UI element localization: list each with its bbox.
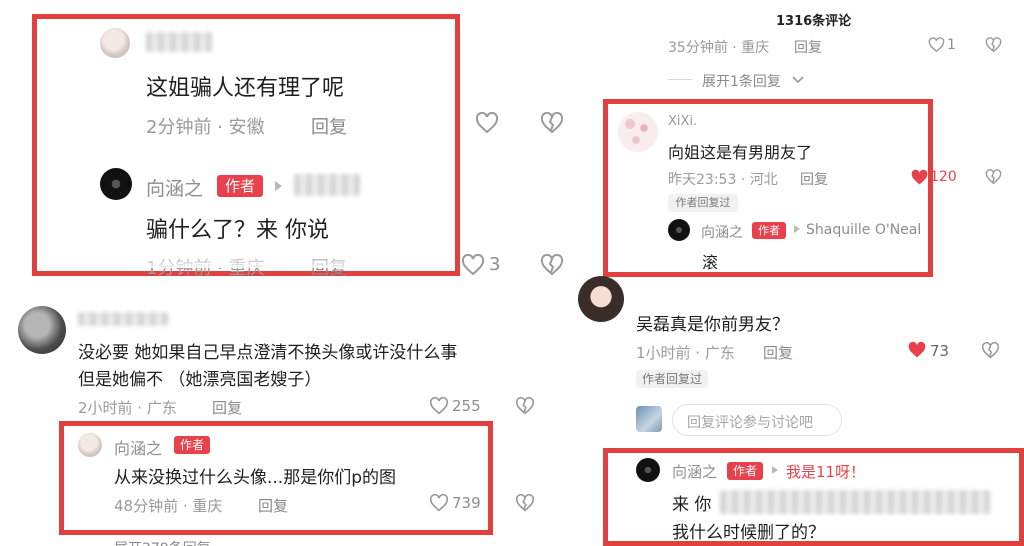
reply-arrow-icon: [275, 181, 282, 191]
divider: [668, 79, 692, 80]
author-replied-tag: 作者回复过: [668, 194, 738, 212]
avatar[interactable]: [100, 28, 130, 58]
blurred-username: [78, 312, 168, 326]
reply-target-username[interactable]: Shaquille O'Neal: [806, 222, 921, 238]
like-count: 73: [930, 342, 950, 360]
dislike-icon[interactable]: [984, 36, 1002, 54]
like-icon[interactable]: [927, 36, 945, 54]
liked-heart-icon[interactable]: [909, 168, 929, 186]
liked-heart-icon[interactable]: [906, 340, 928, 360]
like-count: 255: [452, 397, 481, 415]
dislike-icon[interactable]: [514, 492, 536, 514]
comment-text-line-2: 但是她偏不 （她漂亮国老嫂子）: [78, 370, 322, 390]
like-icon[interactable]: [428, 492, 450, 514]
author-replied-tag: 作者回复过: [636, 370, 708, 388]
avatar[interactable]: [578, 276, 624, 322]
author-tag: 作者: [727, 462, 763, 480]
reply-username[interactable]: 向涵之: [672, 461, 717, 482]
author-tag: 作者: [217, 175, 263, 197]
reply-arrow-icon: [772, 466, 778, 474]
dislike-icon[interactable]: [984, 168, 1002, 186]
comment-text: 吴磊真是你前男友？: [636, 315, 789, 335]
comment-meta: 35分钟前 · 重庆: [668, 40, 770, 56]
expand-replies-button[interactable]: 展开1条回复: [702, 71, 781, 91]
avatar[interactable]: [668, 219, 690, 241]
like-icon[interactable]: [428, 395, 450, 417]
reply-input[interactable]: 回复评论参与讨论吧: [672, 404, 842, 436]
expand-replies-button[interactable]: 展开279条回复: [114, 538, 211, 546]
comment-meta: 1小时前 · 广东: [636, 344, 735, 362]
comment-text: 向姐这是有男朋友了: [668, 143, 813, 162]
reply-button[interactable]: 回复: [212, 397, 242, 418]
reply-button[interactable]: 回复: [800, 169, 828, 189]
avatar[interactable]: [100, 168, 132, 200]
reply-button[interactable]: 回复: [794, 37, 822, 57]
comment-meta: 2分钟前 · 安徽: [146, 117, 265, 138]
comment-meta: 昨天23:53 · 河北: [668, 172, 778, 188]
reply-button[interactable]: 回复: [258, 495, 288, 516]
reply-text: 滚: [702, 253, 719, 272]
comments-header-title: 1316条评论: [776, 14, 852, 29]
dislike-icon[interactable]: [980, 340, 1000, 360]
reply-username[interactable]: 向涵之: [701, 222, 743, 242]
reply-text-line-2: 我什么时候删了的？: [672, 523, 825, 543]
avatar[interactable]: [78, 433, 102, 457]
fade-overlay: [140, 252, 380, 268]
comment-meta: 2小时前 · 广东: [78, 399, 177, 417]
avatar[interactable]: [18, 306, 66, 354]
avatar[interactable]: [618, 112, 658, 152]
reply-input-placeholder: 回复评论参与讨论吧: [687, 415, 813, 431]
reply-text: 从来没换过什么头像...那是你们p的图: [114, 468, 397, 488]
comment-text: 这姐骗人还有理了呢: [146, 76, 345, 101]
author-tag: 作者: [174, 436, 210, 454]
comment-username[interactable]: XiXi.: [668, 114, 697, 129]
comment-text-line-1: 没必要 她如果自己早点澄清不换头像或许没什么事: [78, 343, 458, 363]
reply-button[interactable]: 回复: [311, 113, 347, 139]
like-count: 3: [489, 254, 501, 275]
avatar: [636, 406, 662, 432]
dislike-icon[interactable]: [539, 252, 565, 278]
like-icon[interactable]: [460, 252, 486, 278]
dislike-icon[interactable]: [514, 395, 536, 417]
chevron-down-icon[interactable]: [791, 73, 805, 87]
author-tag: 作者: [752, 222, 786, 239]
reply-username[interactable]: 向涵之: [146, 174, 203, 201]
reply-text-line-1: 来 你: [672, 495, 712, 515]
reply-username[interactable]: 向涵之: [114, 435, 162, 459]
blurred-username: [146, 32, 212, 52]
blurred-text: [720, 490, 990, 514]
like-count: 120: [930, 169, 957, 185]
reply-arrow-icon: [794, 225, 800, 233]
reply-button[interactable]: 回复: [763, 342, 793, 363]
like-count: 1: [947, 37, 956, 53]
dislike-icon[interactable]: [539, 110, 565, 136]
like-icon[interactable]: [474, 110, 500, 136]
reply-meta: 48分钟前 · 重庆: [114, 497, 223, 515]
avatar[interactable]: [636, 458, 660, 482]
reply-text: 骗什么了？来 你说: [146, 218, 329, 243]
reply-target-username[interactable]: 我是11呀！: [786, 461, 865, 482]
blurred-username: [294, 174, 360, 196]
like-count: 739: [452, 494, 481, 512]
